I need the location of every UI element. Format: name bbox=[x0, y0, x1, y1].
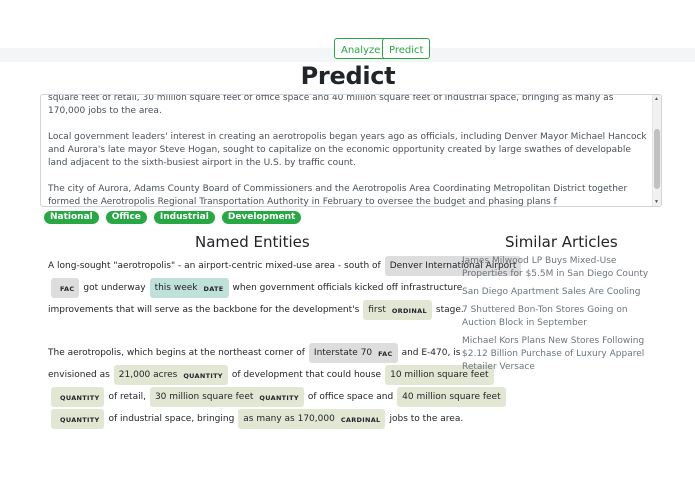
tag-industrial[interactable]: Industrial bbox=[153, 211, 215, 224]
entity-fac-label-chip: FAC bbox=[51, 278, 80, 298]
entity-line: A long-sought "aerotropolis" - an airpor… bbox=[48, 255, 522, 277]
entity-line: The aerotropolis, which begins at the no… bbox=[48, 342, 461, 364]
entity-text: when government officials kicked off inf… bbox=[232, 283, 463, 293]
entity-quantity-label-chip: QUANTITY bbox=[51, 387, 105, 407]
scroll-up-arrow-icon[interactable]: ▲ bbox=[654, 96, 659, 102]
entity-value: first bbox=[368, 305, 386, 315]
entity-label: QUANTITY bbox=[259, 394, 299, 402]
entity-text: The aerotropolis, which begins at the no… bbox=[48, 348, 305, 358]
scroll-down-arrow-icon[interactable]: ▼ bbox=[654, 199, 659, 205]
tag-list: National Office Industrial Development bbox=[44, 211, 302, 224]
entity-line: improvements that will serve as the back… bbox=[48, 299, 464, 321]
textarea-scrollbar[interactable]: ▲ ▼ bbox=[652, 95, 661, 206]
article-paragraph: square feet of retail, 30 million square… bbox=[48, 94, 614, 116]
entity-label: FAC bbox=[60, 285, 75, 293]
predict-button[interactable]: Predict bbox=[382, 38, 431, 59]
entity-text: jobs to the area. bbox=[389, 414, 464, 424]
entity-text: of development that could house bbox=[231, 370, 382, 380]
similar-articles-list: James Milwood LP Buys Mixed-Use Properti… bbox=[462, 255, 662, 379]
entity-value: 21,000 acres bbox=[118, 370, 178, 380]
scrollbar-thumb[interactable] bbox=[654, 129, 660, 189]
tag-development[interactable]: Development bbox=[221, 211, 302, 224]
entity-ordinal: first ORDINAL bbox=[363, 300, 432, 320]
entity-line: QUANTITY of retail, 30 million square fe… bbox=[48, 386, 506, 408]
similar-articles-heading: Similar Articles bbox=[505, 233, 618, 251]
entity-line: FAC got underway this week DATE when gove… bbox=[48, 277, 462, 299]
similar-article-link[interactable]: Michael Kors Plans New Stores Following … bbox=[462, 335, 662, 374]
article-paragraph: Local government leaders' interest in cr… bbox=[48, 132, 647, 168]
entity-cardinal: as many as 170,000 CARDINAL bbox=[238, 409, 386, 429]
entity-label: ORDINAL bbox=[391, 307, 427, 315]
entity-line: envisioned as 21,000 acres QUANTITY of de… bbox=[48, 364, 494, 386]
entity-text: of retail, bbox=[108, 392, 146, 402]
entity-label: QUANTITY bbox=[60, 416, 100, 424]
similar-article-link[interactable]: James Milwood LP Buys Mixed-Use Properti… bbox=[462, 255, 662, 281]
entity-value: this week bbox=[154, 283, 198, 293]
entity-value: 40 million square feet bbox=[402, 392, 501, 402]
entity-fac: Interstate 70 FAC bbox=[308, 343, 398, 363]
entity-quantity-label-chip: QUANTITY bbox=[51, 409, 105, 429]
similar-article-link[interactable]: 7 Shuttered Bon-Ton Stores Going on Auct… bbox=[462, 304, 662, 330]
named-entities-panel: A long-sought "aerotropolis" - an airpor… bbox=[48, 255, 522, 430]
entity-label: CARDINAL bbox=[340, 416, 381, 424]
similar-article-link[interactable]: San Diego Apartment Sales Are Cooling bbox=[462, 286, 662, 299]
article-textarea[interactable]: square feet of retail, 30 million square… bbox=[40, 94, 662, 207]
entity-text: got underway bbox=[83, 283, 146, 293]
named-entities-heading: Named Entities bbox=[195, 233, 310, 251]
article-paragraph: The city of Aurora, Adams County Board o… bbox=[48, 184, 628, 207]
entity-date: this week DATE bbox=[149, 278, 229, 298]
entity-label: DATE bbox=[203, 285, 224, 293]
tag-office[interactable]: Office bbox=[105, 211, 147, 224]
entity-text: improvements that will serve as the back… bbox=[48, 305, 360, 315]
entity-quantity: 40 million square feet bbox=[397, 387, 506, 407]
entity-label: FAC bbox=[378, 350, 393, 358]
analyze-button-label: Analyze bbox=[341, 45, 381, 56]
entity-text: A long-sought "aerotropolis" - an airpor… bbox=[48, 261, 381, 271]
tag-national[interactable]: National bbox=[44, 211, 99, 224]
entity-line: QUANTITY of industrial space, bringing a… bbox=[48, 408, 463, 430]
entity-quantity: 30 million square feet QUANTITY bbox=[149, 387, 304, 407]
article-text[interactable]: square feet of retail, 30 million square… bbox=[48, 94, 647, 207]
predict-button-label: Predict bbox=[389, 45, 424, 56]
entity-spacer bbox=[48, 321, 458, 342]
entity-text: envisioned as bbox=[48, 370, 110, 380]
entity-value: Interstate 70 bbox=[313, 348, 373, 358]
entity-quantity: 21,000 acres QUANTITY bbox=[113, 365, 228, 385]
entity-text: of industrial space, bringing bbox=[108, 414, 235, 424]
entity-label: QUANTITY bbox=[183, 372, 223, 380]
entity-label: QUANTITY bbox=[60, 394, 100, 402]
entity-value: as many as 170,000 bbox=[243, 414, 335, 424]
entity-text: and E-470, is bbox=[401, 348, 461, 358]
entity-value: 30 million square feet bbox=[154, 392, 254, 402]
analyze-button[interactable]: Analyze bbox=[334, 38, 388, 59]
page-title: Predict bbox=[300, 62, 396, 90]
entity-text: of office space and bbox=[307, 392, 394, 402]
entity-text: stage. bbox=[435, 305, 464, 315]
